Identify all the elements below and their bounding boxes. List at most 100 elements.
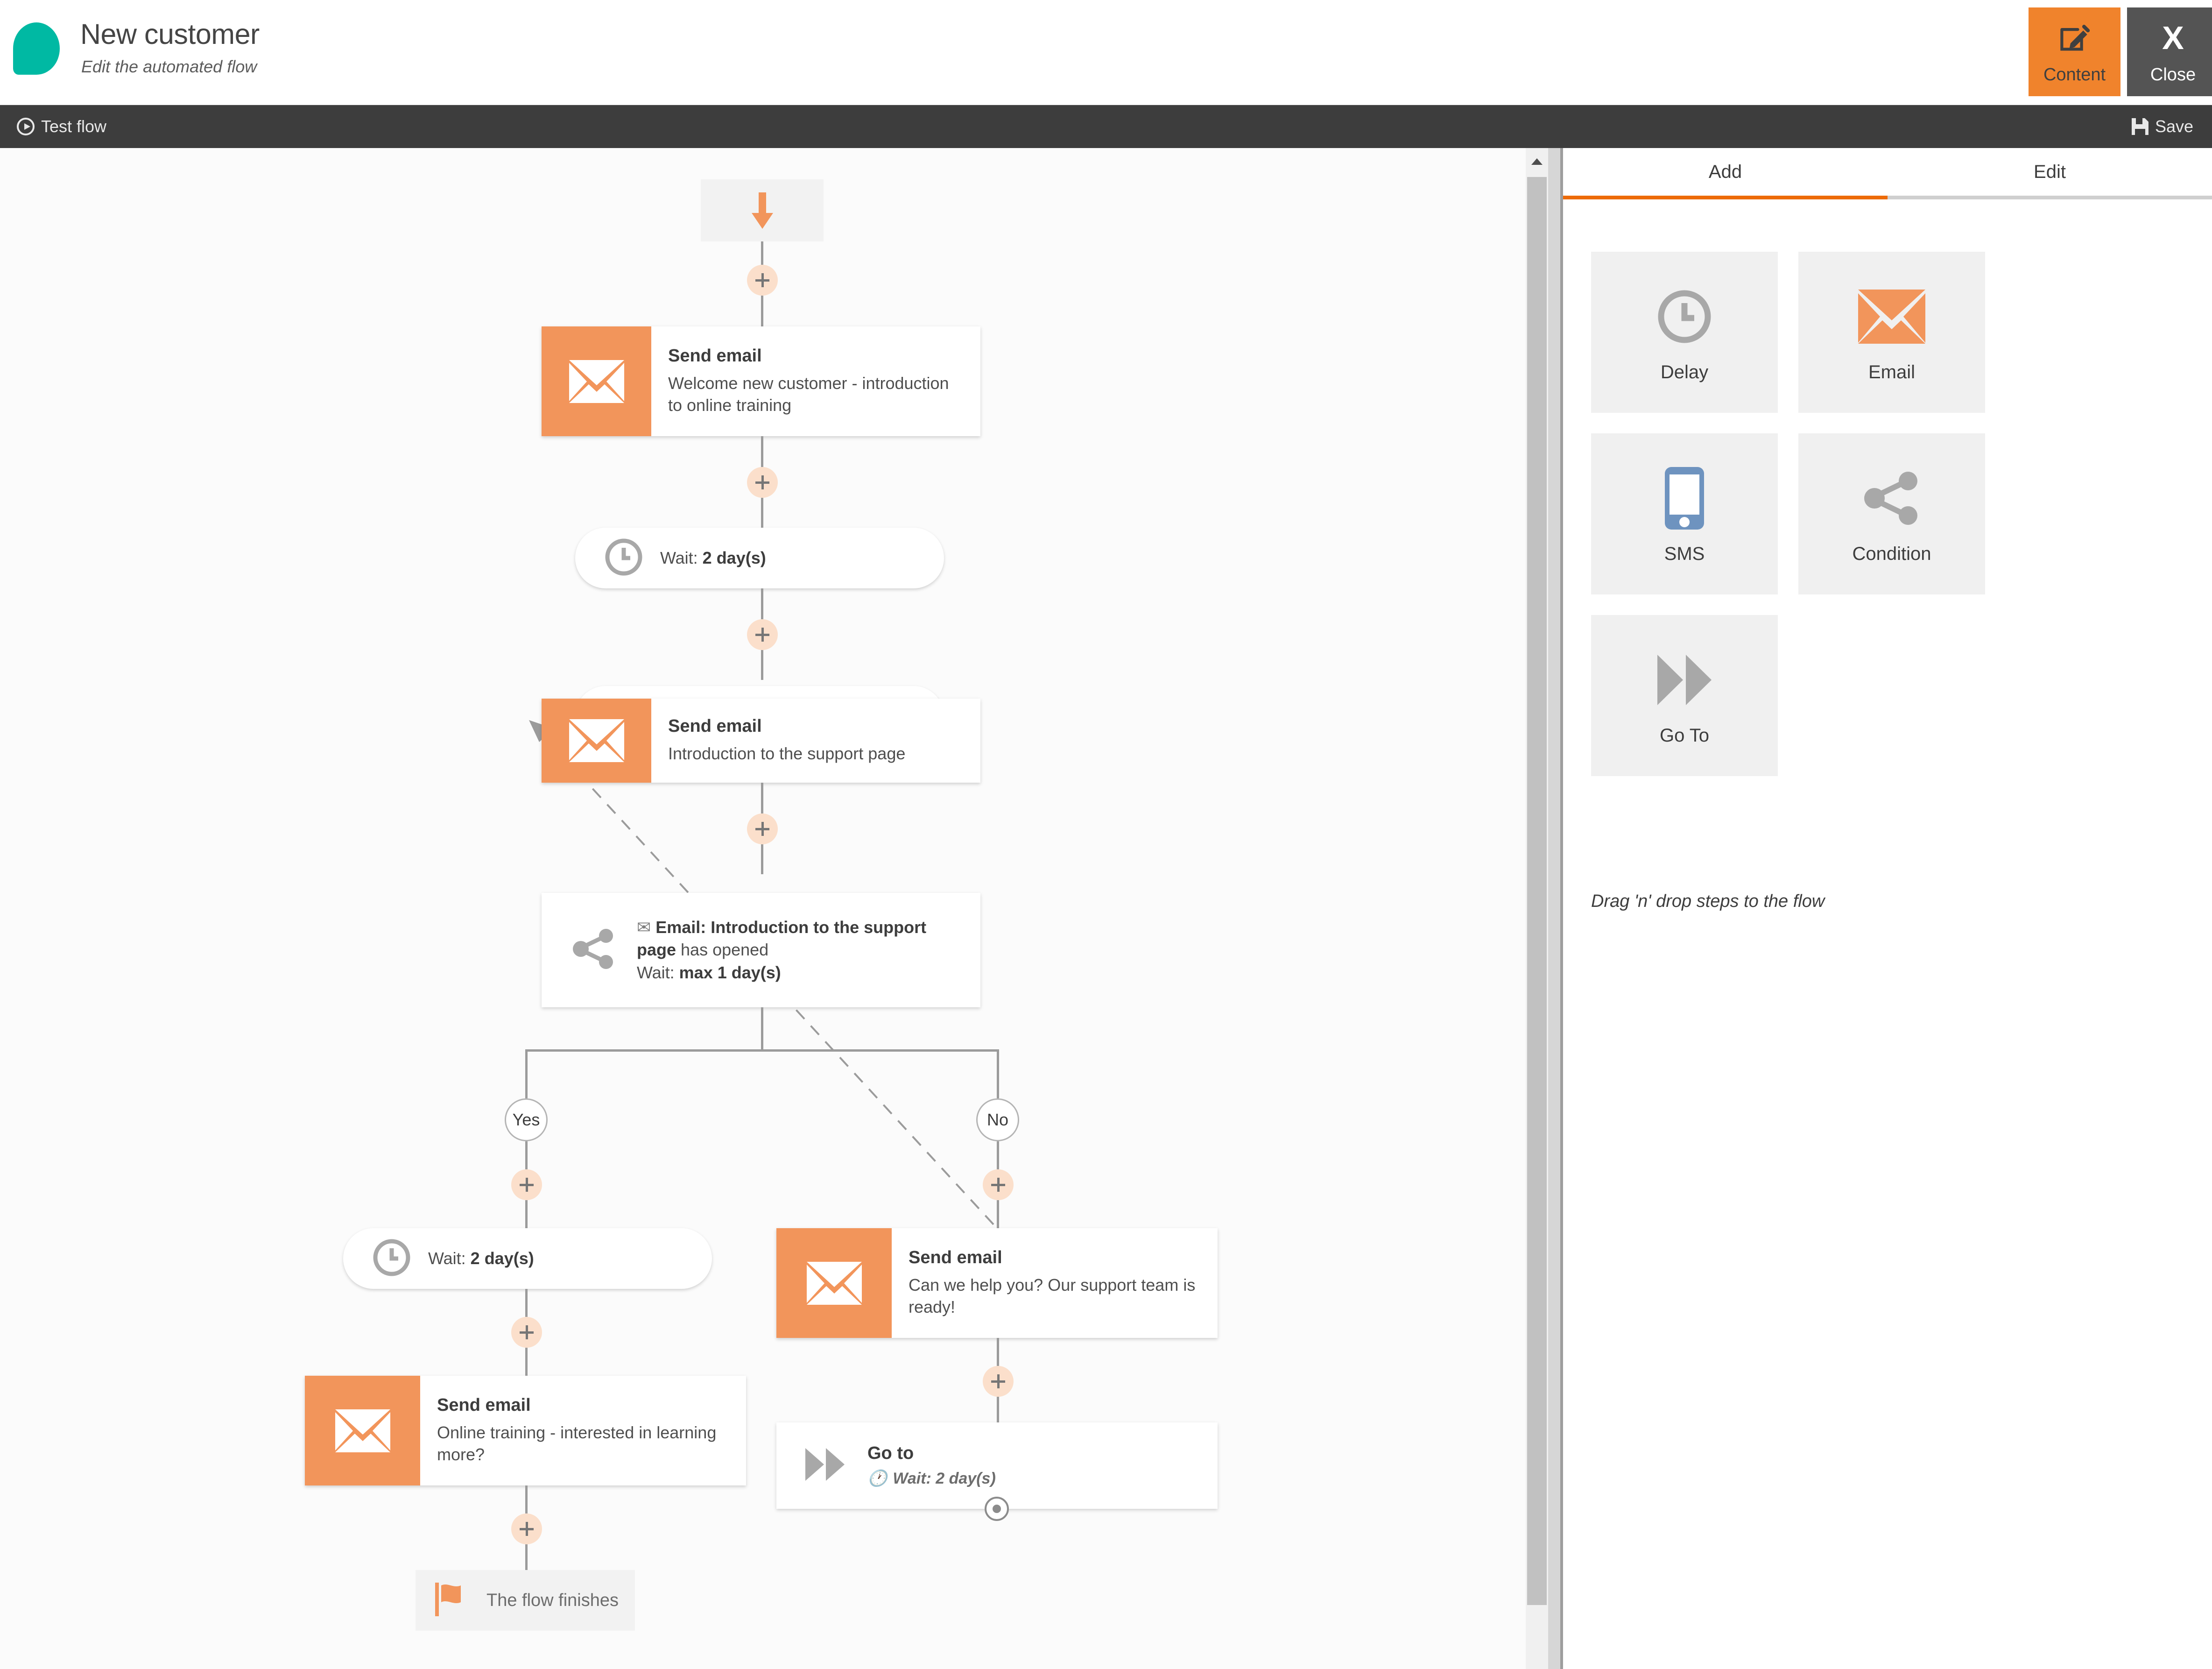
flow-step-condition[interactable]: ✉ Email: Introduction to the support pag… (542, 893, 980, 1007)
step-tile-label: SMS (1664, 544, 1705, 565)
end-node-label: The flow finishes (486, 1591, 619, 1611)
add-step-button[interactable] (983, 1169, 1014, 1200)
down-arrow-icon (746, 190, 779, 232)
step-tile-email[interactable]: Email (1798, 252, 1985, 413)
step-tile-label: Go To (1660, 725, 1709, 746)
condition-line-2: Wait: max 1 day(s) (637, 962, 962, 984)
close-button[interactable]: X Close (2127, 7, 2212, 96)
delay-text: Wait: 2 day(s) (428, 1249, 534, 1268)
tab-add-label: Add (1709, 162, 1742, 183)
flow-start-node[interactable] (701, 179, 824, 241)
content-button[interactable]: Content (2029, 7, 2120, 96)
clock-small-icon: 🕐 (867, 1469, 887, 1488)
add-step-button[interactable] (511, 1513, 542, 1544)
envelope-icon (1857, 282, 1927, 352)
floppy-save-icon (2132, 118, 2149, 135)
connector-line (525, 1485, 528, 1513)
delay-text: Wait: 2 day(s) (660, 548, 766, 568)
step-title: Send email (437, 1395, 730, 1416)
connector-line (761, 588, 763, 619)
connector-line (997, 1397, 999, 1422)
connector-line (761, 844, 763, 874)
branch-yes-node[interactable]: Yes (505, 1098, 548, 1141)
flow-toolbar: Test flow Save (0, 105, 2212, 148)
add-step-button[interactable] (747, 813, 778, 844)
step-subtitle: Welcome new customer - introduction to o… (668, 372, 965, 417)
step-subtitle: Online training - interested in learning… (437, 1421, 730, 1466)
branch-no-node[interactable]: No (976, 1098, 1019, 1141)
step-tile-condition[interactable]: Condition (1798, 433, 1985, 594)
step-title: Send email (909, 1248, 1202, 1268)
step-subtitle: Introduction to the support page (668, 743, 965, 765)
delay-node-top[interactable]: Wait: 2 day(s) (575, 528, 944, 588)
clock-icon (604, 537, 643, 579)
tab-add[interactable]: Add (1563, 148, 1888, 199)
clock-icon (372, 1238, 411, 1280)
flow-step-email[interactable]: Send email Welcome new customer - introd… (542, 326, 980, 436)
fast-forward-icon (803, 1443, 847, 1489)
flow-end-node: The flow finishes (416, 1570, 635, 1631)
connector-line (761, 436, 763, 467)
add-step-button[interactable] (983, 1366, 1014, 1397)
add-step-button[interactable] (511, 1169, 542, 1200)
share-condition-icon (571, 926, 617, 975)
page-title: New customer (80, 18, 260, 50)
app-header: New customer Edit the automated flow Con… (0, 0, 2212, 105)
step-tile-goto[interactable]: Go To (1591, 615, 1778, 776)
canvas-scrollbar[interactable] (1526, 148, 1548, 1669)
goto-link-anchor[interactable] (985, 1497, 1009, 1521)
step-subtitle: Can we help you? Our support team is rea… (909, 1274, 1202, 1318)
connector-line (997, 1200, 999, 1228)
connector-line (525, 1544, 528, 1570)
step-tile-label: Condition (1852, 544, 1931, 565)
add-step-button[interactable] (747, 467, 778, 498)
delay-node-yes-1[interactable]: Wait: 2 day(s) (343, 1228, 712, 1289)
flow-step-email[interactable]: Send email Can we help you? Our support … (776, 1228, 1218, 1338)
branch-no-label: No (987, 1110, 1008, 1130)
envelope-icon (305, 1376, 420, 1485)
mobile-phone-icon (1662, 463, 1707, 533)
flow-canvas[interactable]: Send email Welcome new customer - introd… (0, 148, 1526, 1669)
save-label: Save (2155, 117, 2193, 136)
flow-step-goto[interactable]: Go to 🕐 Wait: 2 day(s) (776, 1422, 1218, 1509)
step-title: Send email (668, 716, 965, 737)
panel-tabs: Add Edit (1563, 148, 2212, 199)
scroll-up-arrow-icon[interactable] (1531, 158, 1543, 165)
add-step-button[interactable] (511, 1317, 542, 1348)
save-button[interactable]: Save (2132, 105, 2193, 148)
flag-icon (434, 1581, 471, 1620)
drag-drop-hint: Drag 'n' drop steps to the flow (1591, 891, 1825, 912)
test-flow-button[interactable]: Test flow (17, 105, 106, 148)
connector-line (525, 1141, 528, 1169)
brand-logo-bubble-icon (13, 22, 60, 75)
branch-yes-label: Yes (513, 1110, 540, 1130)
connector-line (525, 1289, 528, 1317)
add-step-button[interactable] (747, 265, 778, 296)
connector-line (761, 296, 763, 326)
scrollbar-thumb[interactable] (1527, 177, 1547, 1605)
envelope-icon (776, 1228, 892, 1338)
tab-edit[interactable]: Edit (1888, 148, 2212, 199)
step-tile-label: Email (1868, 362, 1915, 383)
connector-line (997, 1049, 999, 1098)
connector-line (761, 1007, 763, 1049)
connector-line (525, 1348, 528, 1376)
flow-step-email[interactable]: Send email Online training - interested … (305, 1376, 746, 1485)
goto-subtitle: 🕐 Wait: 2 day(s) (867, 1469, 996, 1488)
step-tile-sms[interactable]: SMS (1591, 433, 1778, 594)
tab-edit-label: Edit (2034, 162, 2066, 183)
flow-step-email[interactable]: Send email Introduction to the support p… (542, 699, 980, 783)
play-circle-icon (17, 118, 35, 135)
connector-line (525, 1049, 528, 1098)
connector-line (761, 783, 763, 813)
connector-line (997, 1338, 999, 1366)
close-button-label: Close (2150, 65, 2196, 85)
step-library-panel: Add Edit Delay (1563, 148, 2212, 1669)
connector-line (761, 650, 763, 680)
step-tile-grid: Delay Email SMS (1591, 252, 1993, 776)
condition-line-1: ✉ Email: Introduction to the support pag… (637, 916, 962, 962)
step-title: Send email (668, 346, 965, 367)
add-step-button[interactable] (747, 619, 778, 650)
step-tile-delay[interactable]: Delay (1591, 252, 1778, 413)
envelope-small-icon: ✉ (637, 918, 651, 937)
